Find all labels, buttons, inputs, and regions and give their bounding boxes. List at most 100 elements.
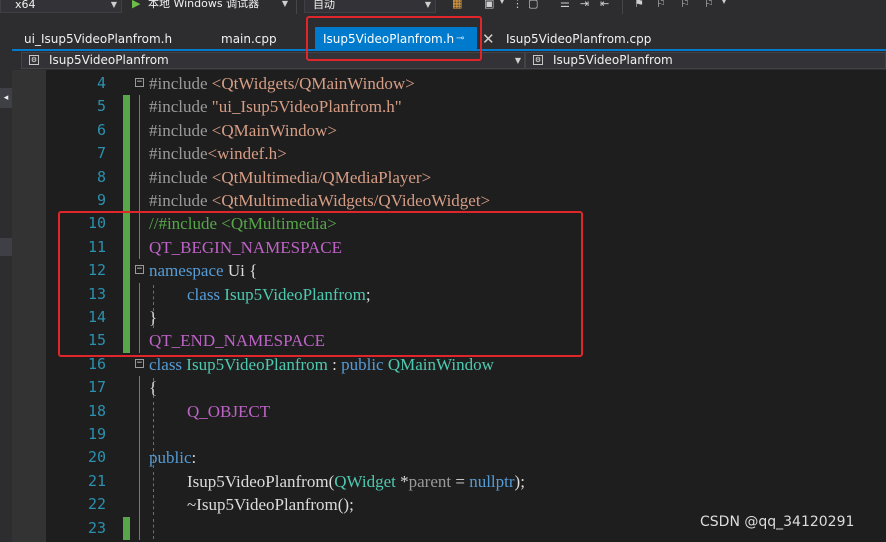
indent-guide (153, 425, 154, 445)
indent-guide (153, 518, 154, 539)
code-token: #include (149, 167, 212, 187)
tab-source-cpp[interactable]: Isup5VideoPlanfrom.cpp (506, 30, 651, 49)
code-token: <QtWidgets/QMainWindow> (211, 74, 415, 93)
config-value: 自动 (313, 0, 335, 11)
platform-value: x64 (15, 0, 36, 11)
code-text: #include <QtMultimedia/QMediaPlayer> (149, 166, 431, 189)
code-line[interactable]: 5 #include "ui_Isup5VideoPlanfrom.h" (12, 95, 886, 119)
code-line[interactable]: 6 #include <QMainWindow> (12, 118, 886, 143)
indent-guide (153, 471, 154, 492)
change-indicator (123, 95, 130, 119)
code-line[interactable]: 18 Q_OBJECT (12, 399, 886, 423)
code-token: Isup5VideoPlanfrom (186, 354, 328, 374)
code-token: "ui_Isup5VideoPlanfrom.h" (211, 97, 402, 117)
left-tool-strip: ◂ (0, 14, 12, 542)
main-toolbar: x64 ▼ ▶ 本地 Windows 调试器 ▼ 自动 ▼ ▦ ▣ ▾ ⋮ ▢ … (0, 0, 886, 14)
indent-guide (153, 401, 154, 422)
code-line[interactable]: 4 − #include <QtWidgets/QMainWindow> (12, 72, 886, 95)
tab-label: Isup5VideoPlanfrom.cpp (506, 32, 652, 46)
line-number: 6 (96, 120, 106, 139)
class-icon: ⚙ (533, 55, 543, 65)
outline-line (139, 165, 140, 189)
code-token: <windef.h> (207, 144, 287, 164)
bookmark-clear-icon[interactable]: ⚐ (704, 0, 714, 10)
outline-line (139, 376, 140, 400)
collapsed-panel-tab[interactable] (0, 238, 12, 256)
collapse-icon[interactable]: − (135, 78, 144, 87)
code-token: <QtMultimedia/QMediaPlayer> (211, 167, 432, 187)
code-token: class (149, 354, 183, 374)
watermark-text: CSDN @qq_34120291 (700, 514, 855, 530)
code-line[interactable]: 9 #include <QtMultimediaWidgets/QVideoWid… (12, 189, 886, 213)
member-dropdown[interactable]: ⚙ Isup5VideoPlanfrom (525, 52, 886, 69)
code-line[interactable]: 8 #include <QtMultimedia/QMediaPlayer> (12, 165, 886, 189)
diagnostics-icon[interactable]: ▦ (452, 0, 462, 10)
outline-line (139, 399, 140, 423)
code-token: { (149, 378, 158, 398)
change-indicator (123, 142, 130, 166)
chevron-down-icon: ▼ (110, 0, 117, 9)
step-icon[interactable]: ⋮ (512, 0, 523, 10)
change-indicator (123, 189, 130, 213)
member-value: Isup5VideoPlanfrom (553, 53, 673, 67)
outline-line (139, 189, 140, 213)
code-token: public (149, 448, 192, 468)
code-token: <QMainWindow> (211, 120, 337, 140)
debugger-label: 本地 Windows 调试器 (148, 0, 260, 10)
tab-main-cpp[interactable]: main.cpp (221, 30, 277, 49)
tab-label: ui_Isup5VideoPlanfrom.h (24, 32, 173, 46)
debugger-button[interactable]: 本地 Windows 调试器 ▼ (140, 0, 292, 13)
code-token: QWidget (334, 471, 396, 491)
indent-icon[interactable]: ⇥ (580, 0, 589, 10)
collapse-icon[interactable]: − (135, 358, 144, 368)
code-line[interactable]: 20 public: (12, 446, 886, 470)
collapsed-panel-arrow-icon[interactable]: ◂ (0, 88, 12, 108)
chevron-down-icon[interactable]: ▾ (722, 0, 726, 6)
line-number: 18 (87, 401, 106, 420)
outline-line (139, 95, 140, 119)
class-icon: ⚙ (29, 55, 39, 65)
code-text: public: (149, 446, 196, 469)
tab-ui-header[interactable]: ui_Isup5VideoPlanfrom.h (24, 30, 172, 49)
tab-label: main.cpp (221, 32, 277, 46)
chevron-down-icon[interactable]: ▾ (500, 0, 504, 6)
outline-line (139, 469, 140, 494)
breakpoint-window-icon[interactable]: ▢ (528, 0, 538, 10)
code-token: : (191, 448, 197, 468)
line-number: 8 (96, 167, 106, 186)
camera-icon[interactable]: ▣ (484, 0, 494, 10)
list-icon[interactable]: ☰ (560, 0, 570, 10)
line-number: 20 (87, 448, 106, 467)
line-number: 17 (87, 378, 106, 397)
code-text: { (149, 376, 157, 399)
bookmark-prev-icon[interactable]: ⚐ (656, 0, 666, 10)
code-line[interactable]: 17 { (12, 376, 886, 400)
toolbar-separator (296, 0, 297, 14)
bookmark-next-icon[interactable]: ⚐ (680, 0, 690, 10)
config-dropdown[interactable]: 自动 ▼ (304, 0, 436, 13)
chevron-down-icon: ▼ (424, 0, 431, 9)
scope-value: Isup5VideoPlanfrom (49, 53, 169, 67)
platform-dropdown[interactable]: x64 ▼ (0, 0, 122, 13)
code-token: <QtMultimediaWidgets/QVideoWidget> (211, 191, 491, 210)
code-text: #include<windef.h> (149, 142, 287, 165)
code-token: parent (408, 471, 452, 491)
code-token: #include (149, 74, 212, 93)
code-token: #include (149, 191, 212, 210)
code-token: Q_OBJECT (187, 401, 271, 421)
bookmark-icon[interactable]: ⚑ (634, 0, 644, 10)
code-text: Isup5VideoPlanfrom(QWidget *parent = nul… (187, 470, 525, 493)
code-text: Q_OBJECT (187, 400, 270, 423)
code-token: : (327, 354, 342, 374)
change-indicator (123, 516, 130, 540)
outdent-icon[interactable]: ⇤ (600, 0, 609, 10)
close-tab-icon[interactable]: ✕ (482, 29, 495, 49)
highlight-box-tab (306, 16, 482, 61)
code-line[interactable]: 19 (12, 423, 886, 447)
indent-guide (153, 495, 154, 516)
code-line[interactable]: 21 Isup5VideoPlanfrom(QWidget *parent = n… (12, 469, 886, 494)
highlight-box-code (58, 211, 583, 357)
toolbar-separator (622, 0, 623, 14)
code-line[interactable]: 7 #include<windef.h> (12, 142, 886, 166)
change-indicator (123, 165, 130, 189)
